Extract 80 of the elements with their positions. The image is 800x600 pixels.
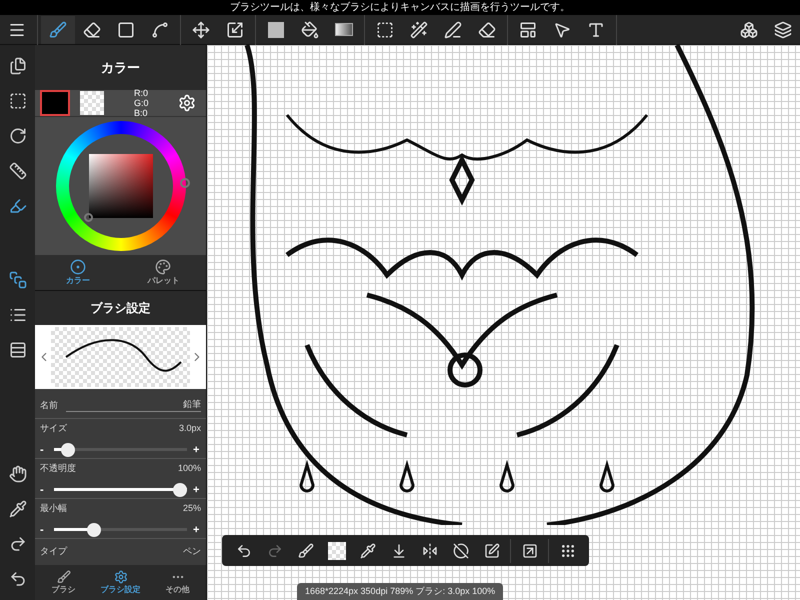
eraser-icon <box>83 20 101 38</box>
paint-bucket-icon <box>301 20 319 38</box>
ruler-icon <box>8 162 26 180</box>
share-icon <box>522 542 538 558</box>
slider-thumb[interactable] <box>173 482 187 497</box>
panel-layout-icon <box>519 20 537 38</box>
cubes-icon <box>740 20 758 38</box>
eyedropper-icon <box>360 542 376 558</box>
slider-label: サイズ <box>40 422 67 435</box>
slider-reading: 3.0px <box>178 422 201 435</box>
color-panel-tab[interactable]: カラー <box>35 255 120 290</box>
canvas[interactable]: 1668*2224px 350dpi 789% ブラシ: 3.0px 100% <box>207 45 800 600</box>
layers-icon <box>774 20 792 38</box>
selection-pen-icon <box>444 20 462 38</box>
panel-title: ブラシ設定 <box>35 290 206 325</box>
plus-button[interactable]: + <box>193 522 201 538</box>
plus-button[interactable]: + <box>193 482 201 498</box>
slider-thumb[interactable] <box>87 522 102 537</box>
redo-icon <box>266 542 282 558</box>
status-bar: 1668*2224px 350dpi 789% ブラシ: 3.0px 100% <box>297 583 504 600</box>
redo-icon <box>8 535 26 553</box>
grip-icon <box>560 542 576 558</box>
marker-icon <box>8 197 26 215</box>
move-icon <box>192 20 210 38</box>
transparent-swatch-icon <box>328 542 346 560</box>
text-icon <box>587 20 605 38</box>
plus-button[interactable]: + <box>193 442 201 458</box>
slider-reading: 25% <box>182 502 201 515</box>
brush-swap-icon <box>298 542 314 558</box>
minus-button[interactable]: - <box>40 442 48 458</box>
color-panel-tab[interactable]: パレット <box>120 255 206 290</box>
bottom-tab[interactable]: ブラシ <box>35 565 92 600</box>
magic-wand-icon <box>410 20 428 38</box>
dotted-line-icon <box>151 20 169 38</box>
color-circle-icon <box>70 258 86 274</box>
slider-thumb[interactable] <box>61 442 76 457</box>
brush-icon <box>56 570 70 584</box>
undo-icon <box>236 542 252 558</box>
selection-eraser-icon <box>478 20 496 38</box>
panel-title: カラー <box>35 45 206 90</box>
rotate-off-icon <box>452 542 468 558</box>
settings-icon[interactable] <box>178 94 196 112</box>
slider-reading: 100% <box>178 462 201 475</box>
hue-handle[interactable] <box>180 178 190 188</box>
slider-track[interactable] <box>54 522 187 537</box>
flip-icon <box>422 542 438 558</box>
bottom-tab[interactable]: ブラシ設定 <box>92 565 149 600</box>
type-label: タイプ <box>40 545 67 558</box>
shade-handle[interactable] <box>84 213 92 222</box>
pointer-icon <box>553 20 571 38</box>
undo-icon <box>8 570 26 588</box>
hint-bar: ブラシツールは、様々なブラシによりキャンバスに描画を行うツールです。 <box>0 0 800 15</box>
brush-tool[interactable] <box>41 16 75 44</box>
name-label: 名前 <box>40 398 58 412</box>
slider-track[interactable] <box>54 442 187 457</box>
brush-icon <box>49 20 67 38</box>
transform-icon <box>226 20 244 38</box>
slider-label: 不透明度 <box>40 462 76 475</box>
gear-brush-icon <box>114 570 128 584</box>
type-value: ペン <box>183 545 201 558</box>
hand-icon <box>8 465 26 483</box>
name-field[interactable]: 鉛筆 <box>66 398 201 412</box>
saturation-square[interactable] <box>88 154 152 218</box>
rotate-icon <box>8 127 26 145</box>
gradient-icon <box>335 23 353 36</box>
slider-label: 最小幅 <box>40 502 67 515</box>
minus-button[interactable]: - <box>40 522 48 538</box>
rgb-values: R:0 G:0 B:0 <box>134 88 149 118</box>
download-icon <box>390 542 406 558</box>
eyedropper-icon <box>8 500 26 518</box>
list-icon <box>8 306 26 324</box>
bottom-tab[interactable]: その他 <box>149 565 206 600</box>
foreground-color-swatch[interactable] <box>40 90 70 116</box>
palette-icon <box>155 258 172 274</box>
fill-square-icon <box>268 22 284 38</box>
slider-track[interactable] <box>54 482 187 497</box>
minus-button[interactable]: - <box>40 482 48 498</box>
dashed-square-icon <box>376 20 394 38</box>
square-icon <box>117 20 135 38</box>
pages-icon <box>8 57 26 75</box>
